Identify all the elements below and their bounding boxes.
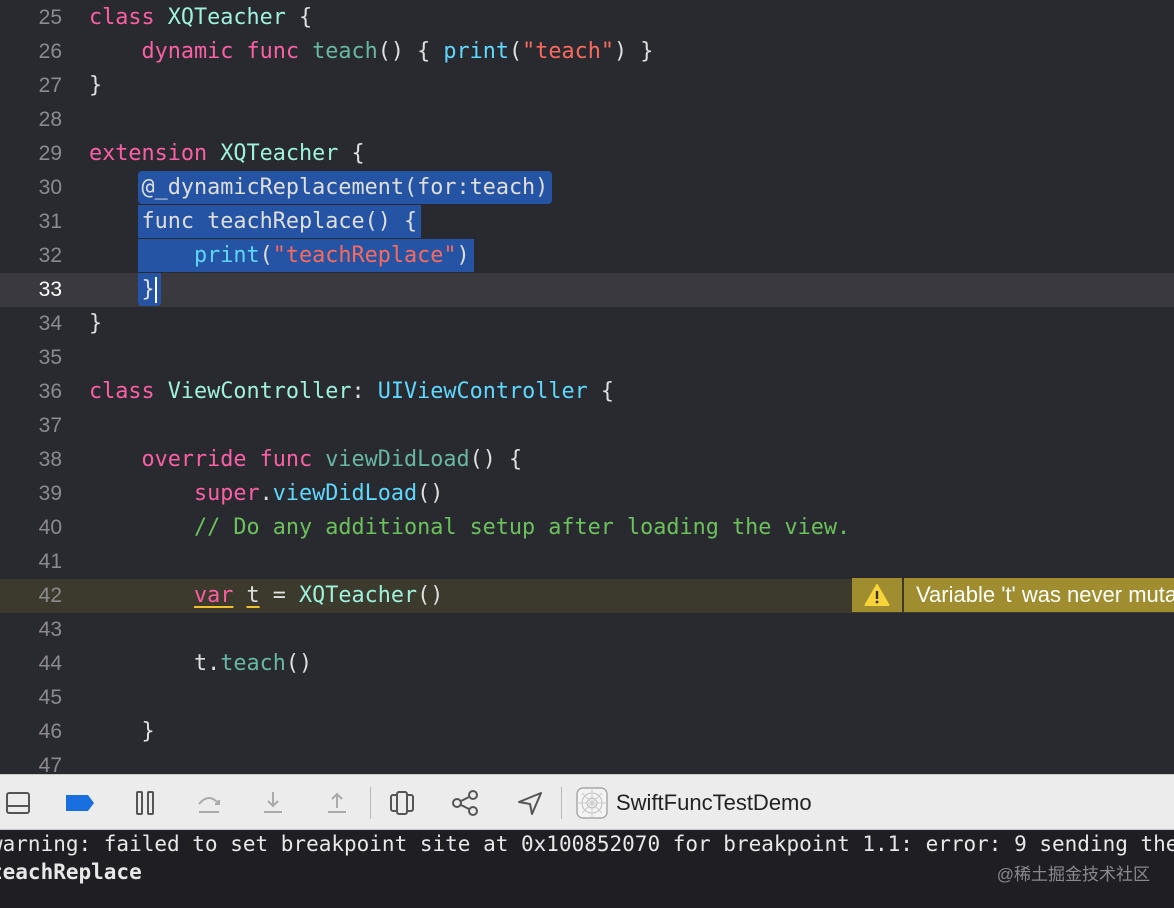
code-line[interactable]: 35 (0, 341, 1174, 375)
line-number: 35 (38, 346, 62, 369)
selected-text: @_dynamicReplacement(for:teach) (137, 171, 553, 204)
line-number: 47 (38, 754, 62, 774)
memory-graph-icon[interactable] (450, 787, 482, 819)
line-number: 31 (38, 210, 62, 233)
code-line[interactable]: 29 extension XQTeacher { (0, 137, 1174, 171)
code-token: XQTeacher (220, 141, 339, 166)
line-number: 36 (38, 380, 62, 403)
console-line: warning: failed to set breakpoint site a… (0, 832, 1174, 856)
code-token: var (193, 583, 234, 608)
code-line[interactable]: 34 } (0, 307, 1174, 341)
code-token: ViewController (167, 379, 352, 404)
code-token: teach (312, 39, 378, 64)
step-over-icon[interactable] (193, 787, 225, 819)
text-cursor (154, 277, 157, 303)
code-line[interactable]: 46 } (0, 715, 1174, 749)
line-number: 29 (38, 142, 62, 165)
code-token: teachReplace (207, 209, 365, 234)
line-number: 42 (38, 584, 62, 607)
code-line[interactable]: 37 (0, 409, 1174, 443)
line-number: 26 (38, 40, 62, 63)
code-token: t (246, 583, 260, 608)
code-line[interactable]: 28 (0, 103, 1174, 137)
code-line[interactable]: 39 super.viewDidLoad() (0, 477, 1174, 511)
warning-message: Variable 't' was never mutated; consider… (904, 578, 1174, 612)
code-token: "teach" (522, 39, 614, 64)
debug-toolbar: SwiftFuncTestDemo (0, 774, 1174, 830)
line-number: 27 (38, 74, 62, 97)
step-out-icon[interactable] (321, 787, 353, 819)
code-token: "teachReplace" (272, 243, 457, 268)
code-token: print (194, 243, 260, 268)
line-number: 45 (38, 686, 62, 709)
code-line[interactable]: 30 @_dynamicReplacement(for:teach) (0, 171, 1174, 205)
code-token: func (141, 209, 195, 234)
code-line[interactable]: 27 } (0, 69, 1174, 103)
code-token: UIViewController (377, 379, 588, 404)
line-number: 44 (38, 652, 62, 675)
toolbar-divider (561, 787, 562, 819)
code-line[interactable]: 40 // Do any additional setup after load… (0, 511, 1174, 545)
code-line[interactable]: 31 func teachReplace() { (0, 205, 1174, 239)
code-line[interactable]: 43 (0, 613, 1174, 647)
line-number: 30 (38, 176, 62, 199)
view-hierarchy-icon[interactable] (386, 787, 418, 819)
line-number: 37 (38, 414, 62, 437)
code-token: teach (220, 651, 286, 676)
code-token: t (193, 651, 208, 676)
console-panel-icon[interactable] (2, 787, 34, 819)
code-token: dynamic (141, 39, 234, 64)
code-token: XQTeacher (167, 5, 286, 30)
watermark: @稀土掘金技术社区 (996, 865, 1150, 884)
code-token: func (246, 39, 300, 64)
code-line[interactable]: 38 override func viewDidLoad() { (0, 443, 1174, 477)
pause-icon[interactable] (129, 787, 161, 819)
breakpoint-icon[interactable] (64, 787, 96, 819)
code-token: extension (89, 141, 208, 166)
code-token: class (89, 379, 155, 404)
location-arrow-icon[interactable] (514, 787, 546, 819)
line-number: 33 (38, 278, 62, 301)
line-number: 38 (38, 448, 62, 471)
toolbar-divider (370, 787, 371, 819)
line-number: 41 (38, 550, 62, 573)
code-token: viewDidLoad (272, 481, 418, 506)
code-token: func (259, 447, 313, 472)
code-line[interactable]: 47 (0, 749, 1174, 774)
line-number: 32 (38, 244, 62, 267)
line-number: 25 (38, 6, 62, 29)
line-number: 40 (38, 516, 62, 539)
code-line[interactable]: 25 class XQTeacher { (0, 1, 1174, 35)
code-line[interactable]: 36 class ViewController: UIViewControlle… (0, 375, 1174, 409)
code-token: XQTeacher (298, 583, 418, 608)
warning-triangle-icon[interactable] (852, 578, 902, 612)
code-token: override (141, 447, 247, 472)
code-line[interactable]: 26 dynamic func teach() { print("teach")… (0, 35, 1174, 69)
code-token: viewDidLoad (325, 447, 470, 472)
step-into-icon[interactable] (257, 787, 289, 819)
app-target-icon (576, 787, 608, 819)
code-line[interactable]: 41 (0, 545, 1174, 579)
code-line[interactable]: 45 (0, 681, 1174, 715)
line-number: 34 (38, 312, 62, 335)
code-line[interactable]: 44 t.teach() (0, 647, 1174, 681)
line-number: 43 (38, 618, 62, 641)
code-token: class (89, 5, 155, 30)
code-token: super (193, 481, 260, 506)
code-editor[interactable]: 25 class XQTeacher { 26 dynamic func tea… (0, 0, 1174, 774)
code-comment: // Do any additional setup after loading… (193, 515, 851, 540)
line-number: 46 (38, 720, 62, 743)
scheme-name[interactable]: SwiftFuncTestDemo (616, 775, 812, 831)
line-number: 39 (38, 482, 62, 505)
code-token: print (443, 39, 509, 64)
code-line[interactable]: 32 print("teachReplace") (0, 239, 1174, 273)
console-line: teachReplace (0, 860, 142, 884)
line-number: 28 (38, 108, 62, 131)
code-line-current[interactable]: 33 } (0, 273, 1174, 307)
inline-warning[interactable]: Variable 't' was never mutated; consider… (852, 578, 1174, 612)
